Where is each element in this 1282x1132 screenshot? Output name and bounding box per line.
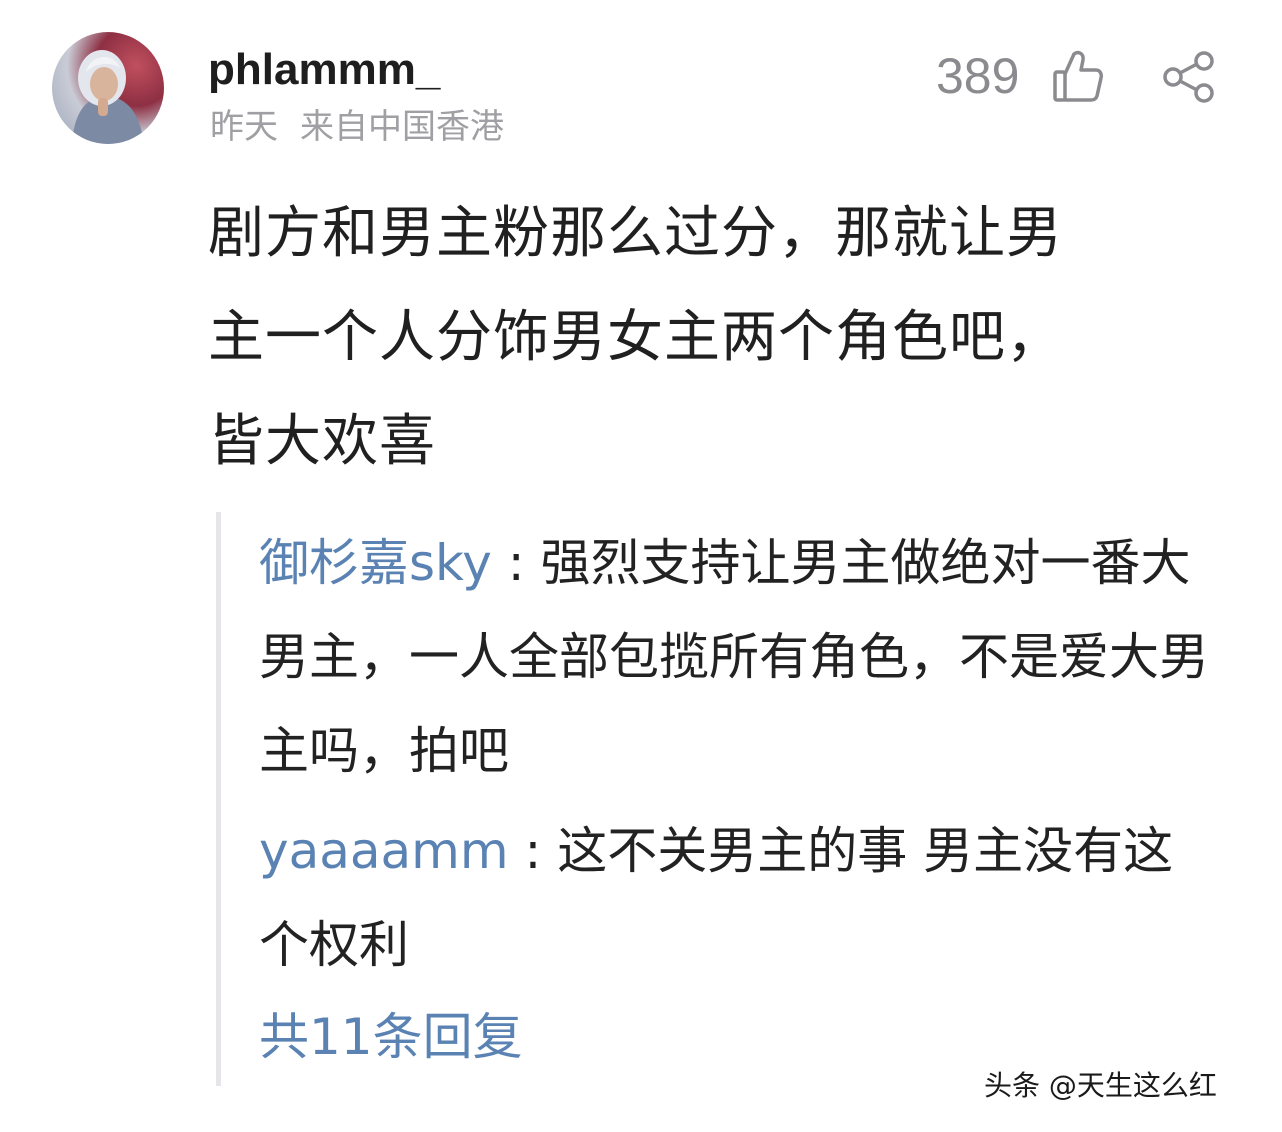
- comment-line: 皆大欢喜: [208, 409, 436, 474]
- thumbs-up-icon[interactable]: [1052, 48, 1104, 104]
- share-icon[interactable]: [1160, 50, 1218, 104]
- comment-text: 剧方和男主粉那么过分，那就让男 主一个人分饰男女主两个角色吧， 皆大欢喜: [208, 182, 1208, 494]
- replies-panel: 御杉嘉sky : 强烈支持让男主做绝对一番大男主，一人全部包揽所有角色，不是爱大…: [216, 512, 1221, 1086]
- reply-item[interactable]: yaaaamm : 这不关男主的事 男主没有这个权利: [259, 804, 1219, 992]
- like-count: 389: [936, 48, 1020, 104]
- comment-location: 来自中国香港: [300, 107, 504, 147]
- reply-username[interactable]: 御杉嘉sky: [259, 534, 492, 592]
- reply-separator: :: [508, 822, 558, 880]
- comment-line: 主一个人分饰男女主两个角色吧，: [208, 305, 1063, 370]
- username[interactable]: phlammm_: [208, 42, 440, 98]
- comment-meta: 昨天 来自中国香港: [210, 104, 504, 150]
- reply-username[interactable]: yaaaamm: [259, 822, 509, 880]
- reply-item[interactable]: 御杉嘉sky : 强烈支持让男主做绝对一番大男主，一人全部包揽所有角色，不是爱大…: [259, 516, 1219, 798]
- reply-separator: :: [491, 534, 541, 592]
- view-all-replies-link[interactable]: 共11条回复: [259, 990, 523, 1084]
- avatar[interactable]: [52, 32, 164, 144]
- comment-line: 剧方和男主粉那么过分，那就让男: [208, 201, 1063, 266]
- watermark: 头条 @天生这么红: [984, 1069, 1217, 1102]
- comment-time: 昨天: [210, 107, 278, 147]
